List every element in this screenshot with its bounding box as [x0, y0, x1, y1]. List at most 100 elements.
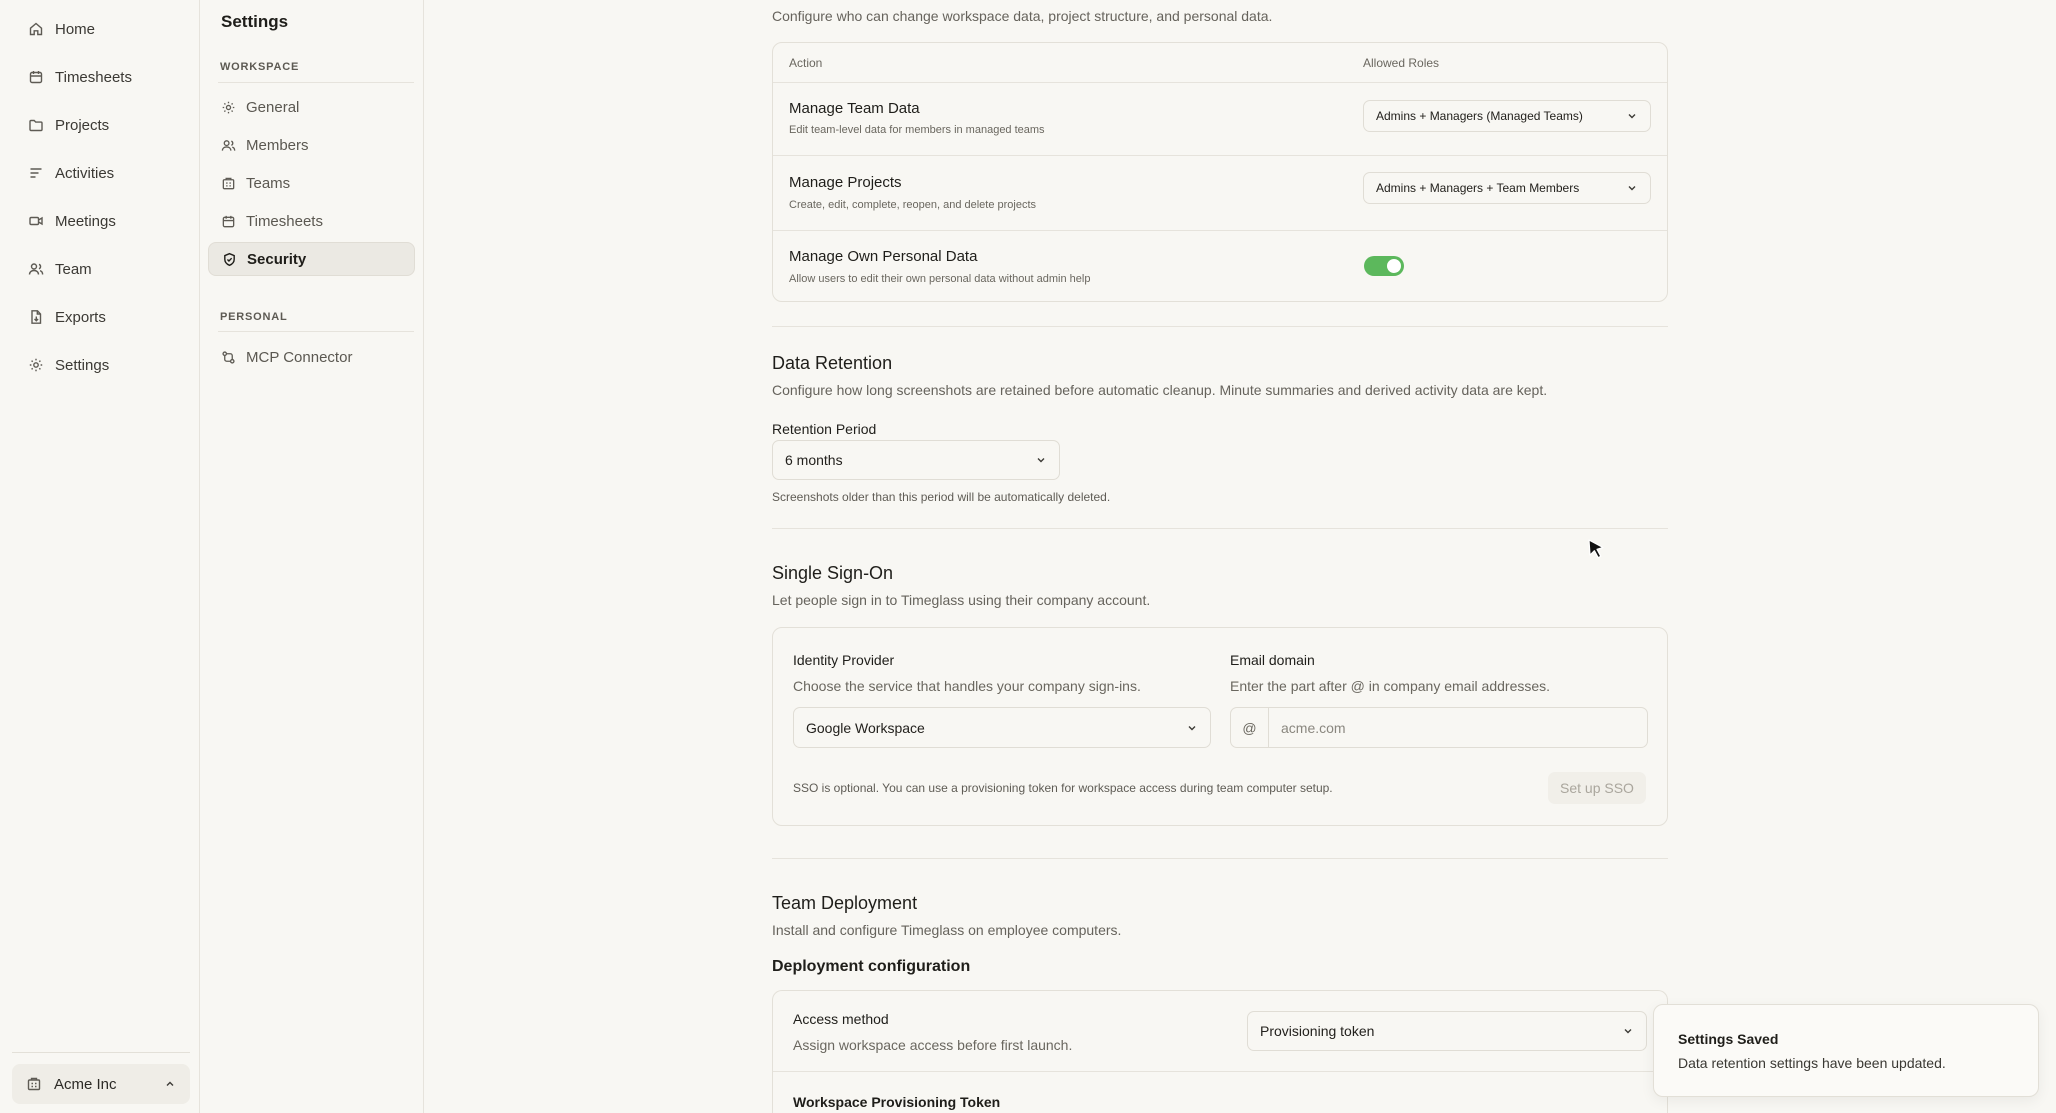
permission-description: Edit team-level data for members in mana… — [789, 124, 1045, 136]
chevron-down-icon — [1037, 458, 1045, 463]
settings-item-timesheets[interactable]: Timesheets — [208, 204, 415, 238]
table-row: Manage Own Personal Data Allow users to … — [773, 231, 1667, 301]
section-divider — [772, 858, 1668, 859]
personal-section-label: PERSONAL — [220, 311, 288, 323]
select-value: Google Workspace — [806, 719, 925, 736]
org-name: Acme Inc — [54, 1075, 117, 1093]
nav-item-team[interactable]: Team — [14, 251, 186, 287]
at-prefix: @ — [1231, 708, 1269, 747]
settings-sidebar: Settings WORKSPACE General Members Teams… — [200, 0, 424, 1113]
retention-note: Screenshots older than this period will … — [772, 490, 1111, 504]
shield-icon — [224, 252, 235, 266]
nav-item-activities[interactable]: Activities — [14, 155, 186, 191]
building-icon — [222, 177, 235, 189]
permissions-description: Configure who can change workspace data,… — [772, 8, 1273, 24]
permission-name: Manage Team Data — [789, 100, 920, 117]
workspace-section-label: WORKSPACE — [220, 61, 300, 73]
toast-message: Data retention settings have been update… — [1678, 1055, 1946, 1071]
users-icon — [221, 139, 236, 151]
gear-icon — [222, 101, 235, 113]
provisioning-token-label: Workspace Provisioning Token — [793, 1094, 1001, 1110]
building-icon — [27, 1077, 41, 1091]
nav-item-label: Settings — [55, 356, 110, 374]
settings-title: Settings — [221, 12, 289, 31]
email-domain-label: Email domain — [1230, 652, 1315, 668]
section-divider — [772, 528, 1668, 529]
identity-provider-select[interactable]: Google Workspace — [793, 707, 1211, 748]
sso-card: Identity Provider Choose the service tha… — [772, 627, 1668, 826]
section-divider — [218, 331, 414, 332]
data-retention-description: Configure how long screenshots are retai… — [772, 382, 1548, 398]
primary-sidebar: Home Timesheets Projects Activities Meet… — [0, 0, 200, 1113]
row-divider — [773, 1071, 1667, 1072]
calendar-icon — [29, 71, 43, 84]
org-switcher[interactable]: Acme Inc — [12, 1064, 190, 1104]
nav-item-home[interactable]: Home — [14, 11, 186, 47]
nav-item-projects[interactable]: Projects — [14, 107, 186, 143]
settings-item-members[interactable]: Members — [208, 128, 415, 162]
connector-icon — [222, 350, 235, 364]
nav-item-meetings[interactable]: Meetings — [14, 203, 186, 239]
nav-item-label: Team — [55, 260, 92, 278]
calendar-icon — [222, 215, 235, 227]
settings-item-label: Members — [246, 136, 309, 154]
sso-note: SSO is optional. You can use a provision… — [793, 781, 1333, 795]
retention-period-label: Retention Period — [772, 421, 877, 437]
settings-item-general[interactable]: General — [208, 90, 415, 124]
nav-item-timesheets[interactable]: Timesheets — [14, 59, 186, 95]
nav-item-label: Projects — [55, 116, 110, 134]
team-data-roles-select[interactable]: Admins + Managers (Managed Teams) — [1363, 100, 1651, 132]
identity-provider-label: Identity Provider — [793, 652, 895, 668]
settings-item-label: Teams — [246, 174, 291, 192]
gear-icon — [29, 358, 43, 372]
email-domain-help: Enter the part after @ in company email … — [1230, 678, 1551, 694]
projects-roles-select[interactable]: Admins + Managers + Team Members — [1363, 172, 1651, 204]
settings-item-teams[interactable]: Teams — [208, 166, 415, 200]
select-value: Admins + Managers + Team Members — [1376, 181, 1580, 195]
settings-item-mcp-connector[interactable]: MCP Connector — [208, 340, 415, 374]
nav-item-settings[interactable]: Settings — [14, 347, 186, 383]
column-header-roles: Allowed Roles — [1363, 56, 1440, 70]
file-export-icon — [31, 310, 42, 324]
table-row: Manage Team Data Edit team-level data fo… — [773, 84, 1667, 156]
setup-sso-button[interactable]: Set up SSO — [1548, 772, 1646, 804]
nav-item-label: Timesheets — [55, 68, 132, 86]
select-value: Provisioning token — [1260, 1023, 1375, 1039]
settings-item-label: MCP Connector — [246, 348, 353, 366]
select-value: 6 months — [785, 452, 843, 468]
home-icon — [29, 22, 43, 36]
toast-title: Settings Saved — [1678, 1031, 1779, 1047]
nav-item-label: Home — [55, 20, 96, 38]
chevron-down-icon — [1624, 1029, 1632, 1034]
settings-item-label: Timesheets — [246, 212, 323, 230]
section-divider — [218, 82, 414, 83]
list-icon — [30, 168, 42, 178]
table-row: Manage Projects Create, edit, complete, … — [773, 156, 1667, 231]
deployment-config-title: Deployment configuration — [772, 958, 971, 975]
nav-item-label: Meetings — [55, 212, 116, 230]
team-deployment-title: Team Deployment — [772, 893, 918, 913]
nav-item-label: Activities — [55, 164, 115, 182]
settings-saved-toast[interactable]: Settings Saved Data retention settings h… — [1653, 1004, 2039, 1097]
settings-item-security[interactable]: Security — [208, 242, 415, 276]
chevron-up-icon — [166, 1081, 174, 1086]
access-method-label: Access method — [793, 1011, 889, 1027]
data-retention-title: Data Retention — [772, 353, 893, 373]
permission-name: Manage Own Personal Data — [789, 248, 978, 265]
select-value: Admins + Managers (Managed Teams) — [1376, 109, 1583, 123]
toggle-knob — [1387, 259, 1401, 273]
permission-description: Allow users to edit their own personal d… — [789, 273, 1091, 285]
identity-provider-help: Choose the service that handles your com… — [793, 678, 1141, 694]
mouse-cursor-icon — [1588, 539, 1604, 559]
chevron-down-icon — [1628, 186, 1636, 191]
access-method-select[interactable]: Provisioning token — [1247, 1011, 1647, 1051]
nav-item-exports[interactable]: Exports — [14, 299, 186, 335]
email-domain-field[interactable]: @ acme.com — [1230, 707, 1648, 748]
team-deployment-description: Install and configure Timeglass on emplo… — [772, 922, 1122, 938]
retention-period-select[interactable]: 6 months — [772, 440, 1060, 480]
sso-title: Single Sign-On — [772, 563, 894, 583]
sidebar-divider — [12, 1052, 190, 1053]
chevron-down-icon — [1188, 725, 1196, 730]
personal-data-toggle[interactable] — [1364, 256, 1404, 276]
settings-item-label: General — [246, 98, 300, 116]
